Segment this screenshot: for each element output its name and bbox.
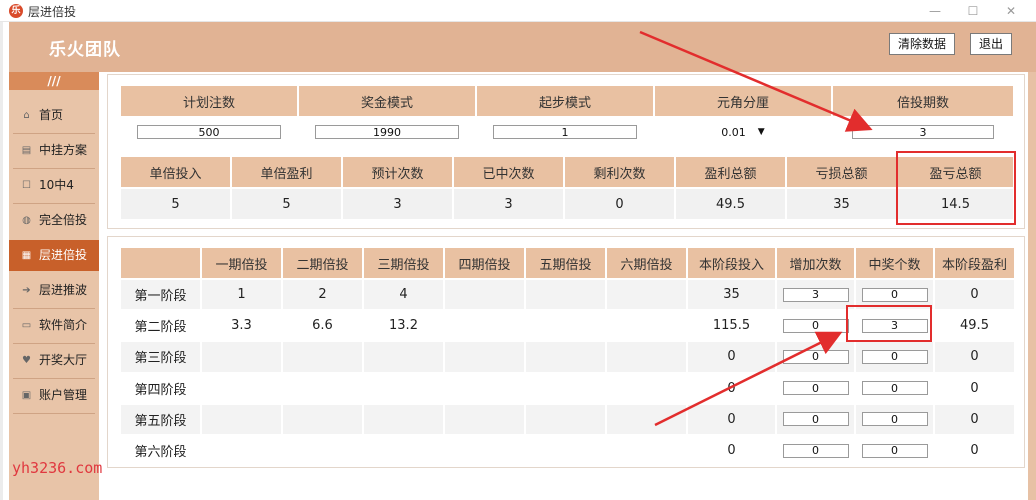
watermark: yh3236.com <box>12 459 103 477</box>
annotation-arrows <box>639 30 873 427</box>
arrow-to-periods <box>639 30 873 132</box>
arrow-to-win-count <box>654 331 843 427</box>
